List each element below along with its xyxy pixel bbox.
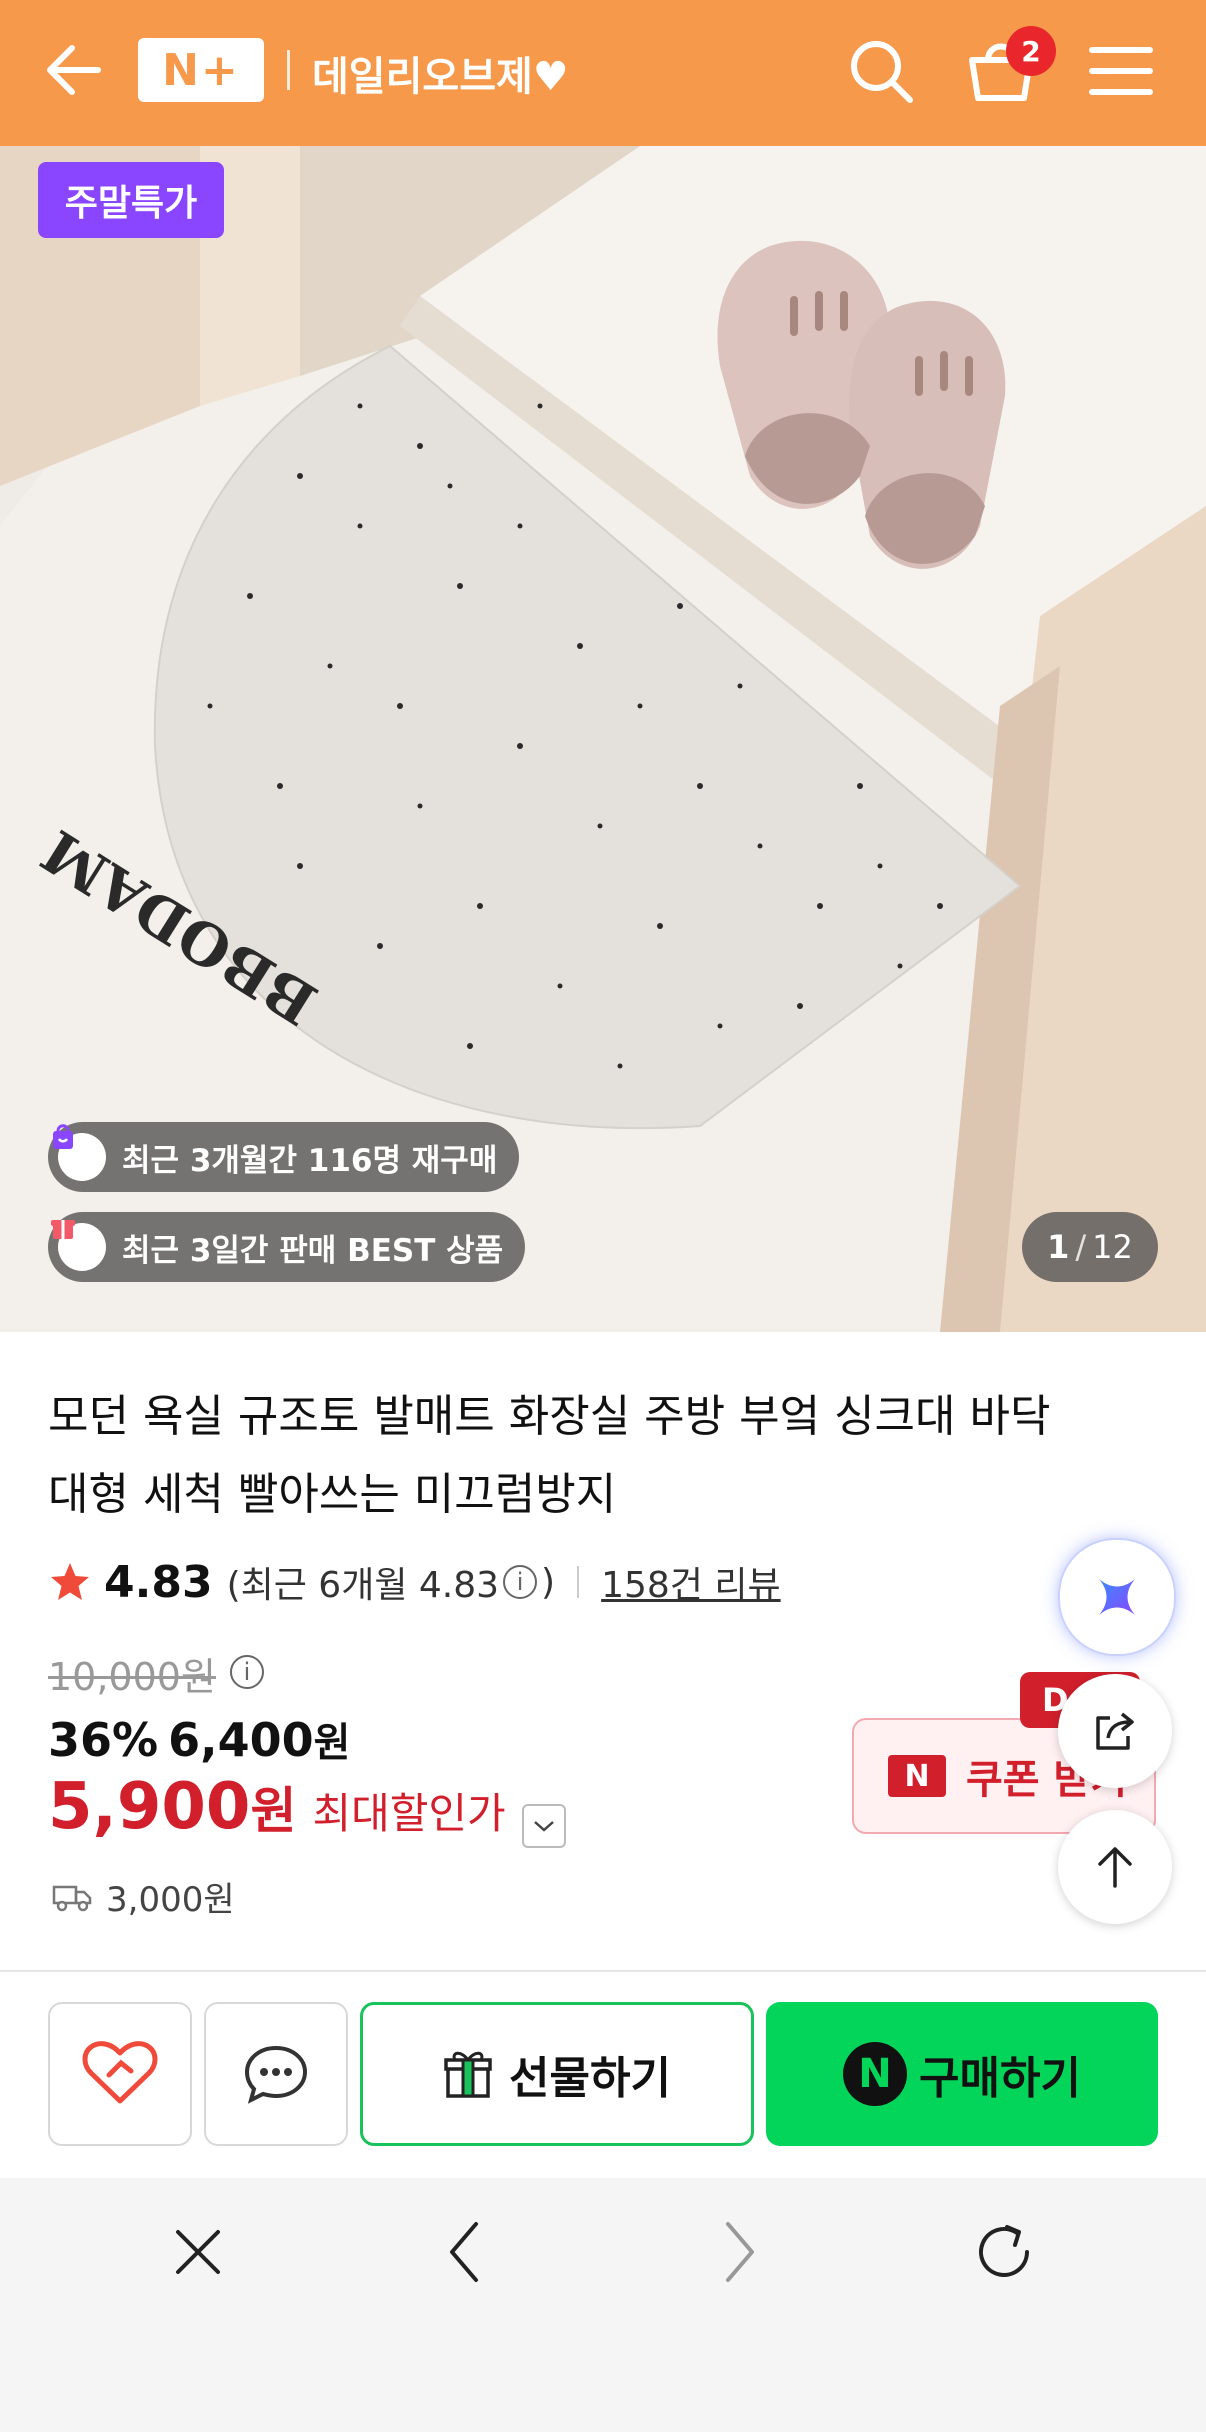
discount-percent: 36% xyxy=(48,1713,159,1767)
weekend-special-tag: 주말특가 xyxy=(38,162,224,238)
naver-plus-logo[interactable]: N+ xyxy=(138,38,264,102)
product-title: 모던 욕실 규조토 발매트 화장실 주방 부엌 싱크대 바닥 대형 세척 빨아쓰… xyxy=(48,1378,1088,1534)
share-icon xyxy=(1096,1712,1134,1750)
recent-rating-close: ) xyxy=(541,1561,556,1603)
search-icon[interactable] xyxy=(842,32,920,110)
naver-pay-icon: N xyxy=(843,2042,908,2106)
rating-row: 4.83 (최근 6개월 4.83 i ) 158건 리뷰 xyxy=(48,1552,781,1612)
repurchase-text: 최근 3개월간 116명 재구매 xyxy=(122,1142,498,1179)
menu-icon[interactable] xyxy=(1082,32,1160,110)
image-counter-separator: / xyxy=(1075,1228,1087,1266)
heart-icon xyxy=(82,2041,158,2104)
best-seller-badge: 최근 3일간 판매 BEST 상품 xyxy=(48,1212,526,1282)
shipping-row: 3,000원 xyxy=(52,1872,235,1921)
chat-bubble-icon xyxy=(244,2045,308,2104)
product-image-carousel[interactable]: BBODAM 주말특가 최근 3개월간 116명 재구매 최근 3일간 판매 B… xyxy=(0,146,1206,1332)
scroll-top-button[interactable] xyxy=(1058,1810,1172,1924)
recent-rating-text: (최근 6개월 4.83 xyxy=(226,1565,500,1606)
bottom-safe-area xyxy=(0,2324,1206,2432)
discount-price-row: 36% 6,400원 xyxy=(48,1710,350,1768)
max-discount-row: 5,900 원 최대할인가 xyxy=(48,1770,566,1848)
chevron-right-icon xyxy=(726,2222,754,2282)
max-discount-toggle[interactable] xyxy=(521,1804,566,1848)
gift-label: 선물하기 xyxy=(509,2053,671,2104)
ai-assistant-button[interactable] xyxy=(1058,1538,1176,1656)
final-price-unit: 원 xyxy=(250,1782,297,1840)
naver-n-icon: N xyxy=(888,1755,946,1797)
close-button[interactable] xyxy=(162,2216,234,2288)
cart-count-badge: 2 xyxy=(1006,26,1056,76)
store-name[interactable]: 데일리오브제♥ xyxy=(312,44,569,102)
rating-score: 4.83 xyxy=(104,1556,213,1608)
reload-icon xyxy=(979,2225,1029,2277)
product-title-line-1: 모던 욕실 규조토 발매트 화장실 주방 부엌 싱크대 바닥 xyxy=(48,1391,1051,1442)
reload-button[interactable] xyxy=(968,2216,1040,2288)
gift-box-icon xyxy=(51,1220,106,1271)
section-divider xyxy=(0,1970,1206,1972)
talk-button[interactable] xyxy=(204,2002,348,2146)
browser-back-button[interactable] xyxy=(428,2216,500,2288)
discount-price-unit: 원 xyxy=(313,1720,351,1766)
browser-nav-bar xyxy=(0,2178,1206,2324)
delivery-truck-icon xyxy=(52,1885,92,1911)
gift-icon xyxy=(444,2051,492,2098)
header-divider xyxy=(287,50,290,90)
ai-sparkle-icon xyxy=(1099,1579,1135,1615)
final-price: 5,900 xyxy=(48,1770,251,1844)
browser-forward-button[interactable] xyxy=(704,2216,776,2288)
wishlist-button[interactable] xyxy=(48,2002,192,2146)
price-info-icon[interactable]: i xyxy=(230,1655,264,1689)
best-seller-text: 최근 3일간 판매 BEST 상품 xyxy=(122,1232,504,1269)
image-counter-total: 12 xyxy=(1092,1228,1133,1266)
image-counter: 1 / 12 xyxy=(1022,1212,1158,1282)
buy-label: 구매하기 xyxy=(919,2053,1081,2104)
recent-rating: (최근 6개월 4.83 i ) xyxy=(227,1556,556,1608)
discount-price: 6,400 xyxy=(168,1713,314,1767)
repurchase-bag-icon xyxy=(53,1124,106,1181)
shipping-fee: 3,000원 xyxy=(106,1880,235,1920)
rating-divider xyxy=(577,1566,580,1598)
chevron-down-icon xyxy=(533,1821,554,1832)
product-title-line-2: 대형 세척 빨아쓰는 미끄럼방지 xyxy=(48,1469,617,1520)
share-button[interactable] xyxy=(1058,1674,1172,1788)
close-icon xyxy=(176,2230,220,2274)
info-icon[interactable]: i xyxy=(503,1565,538,1599)
gift-button[interactable]: 선물하기 xyxy=(360,2002,754,2146)
original-price: 10,000원 xyxy=(48,1655,216,1699)
star-icon xyxy=(51,1563,89,1600)
chevron-left-icon xyxy=(450,2222,478,2282)
arrow-up-icon xyxy=(1098,1847,1132,1888)
back-arrow-icon[interactable] xyxy=(40,36,108,104)
review-count-link[interactable]: 158건 리뷰 xyxy=(601,1556,781,1608)
image-counter-current: 1 xyxy=(1047,1228,1070,1266)
app-header: N+ 데일리오브제♥ 2 xyxy=(0,0,1206,146)
repurchase-badge: 최근 3개월간 116명 재구매 xyxy=(48,1122,520,1192)
buy-button[interactable]: N 구매하기 xyxy=(766,2002,1158,2146)
max-discount-label: 최대할인가 xyxy=(312,1789,506,1838)
